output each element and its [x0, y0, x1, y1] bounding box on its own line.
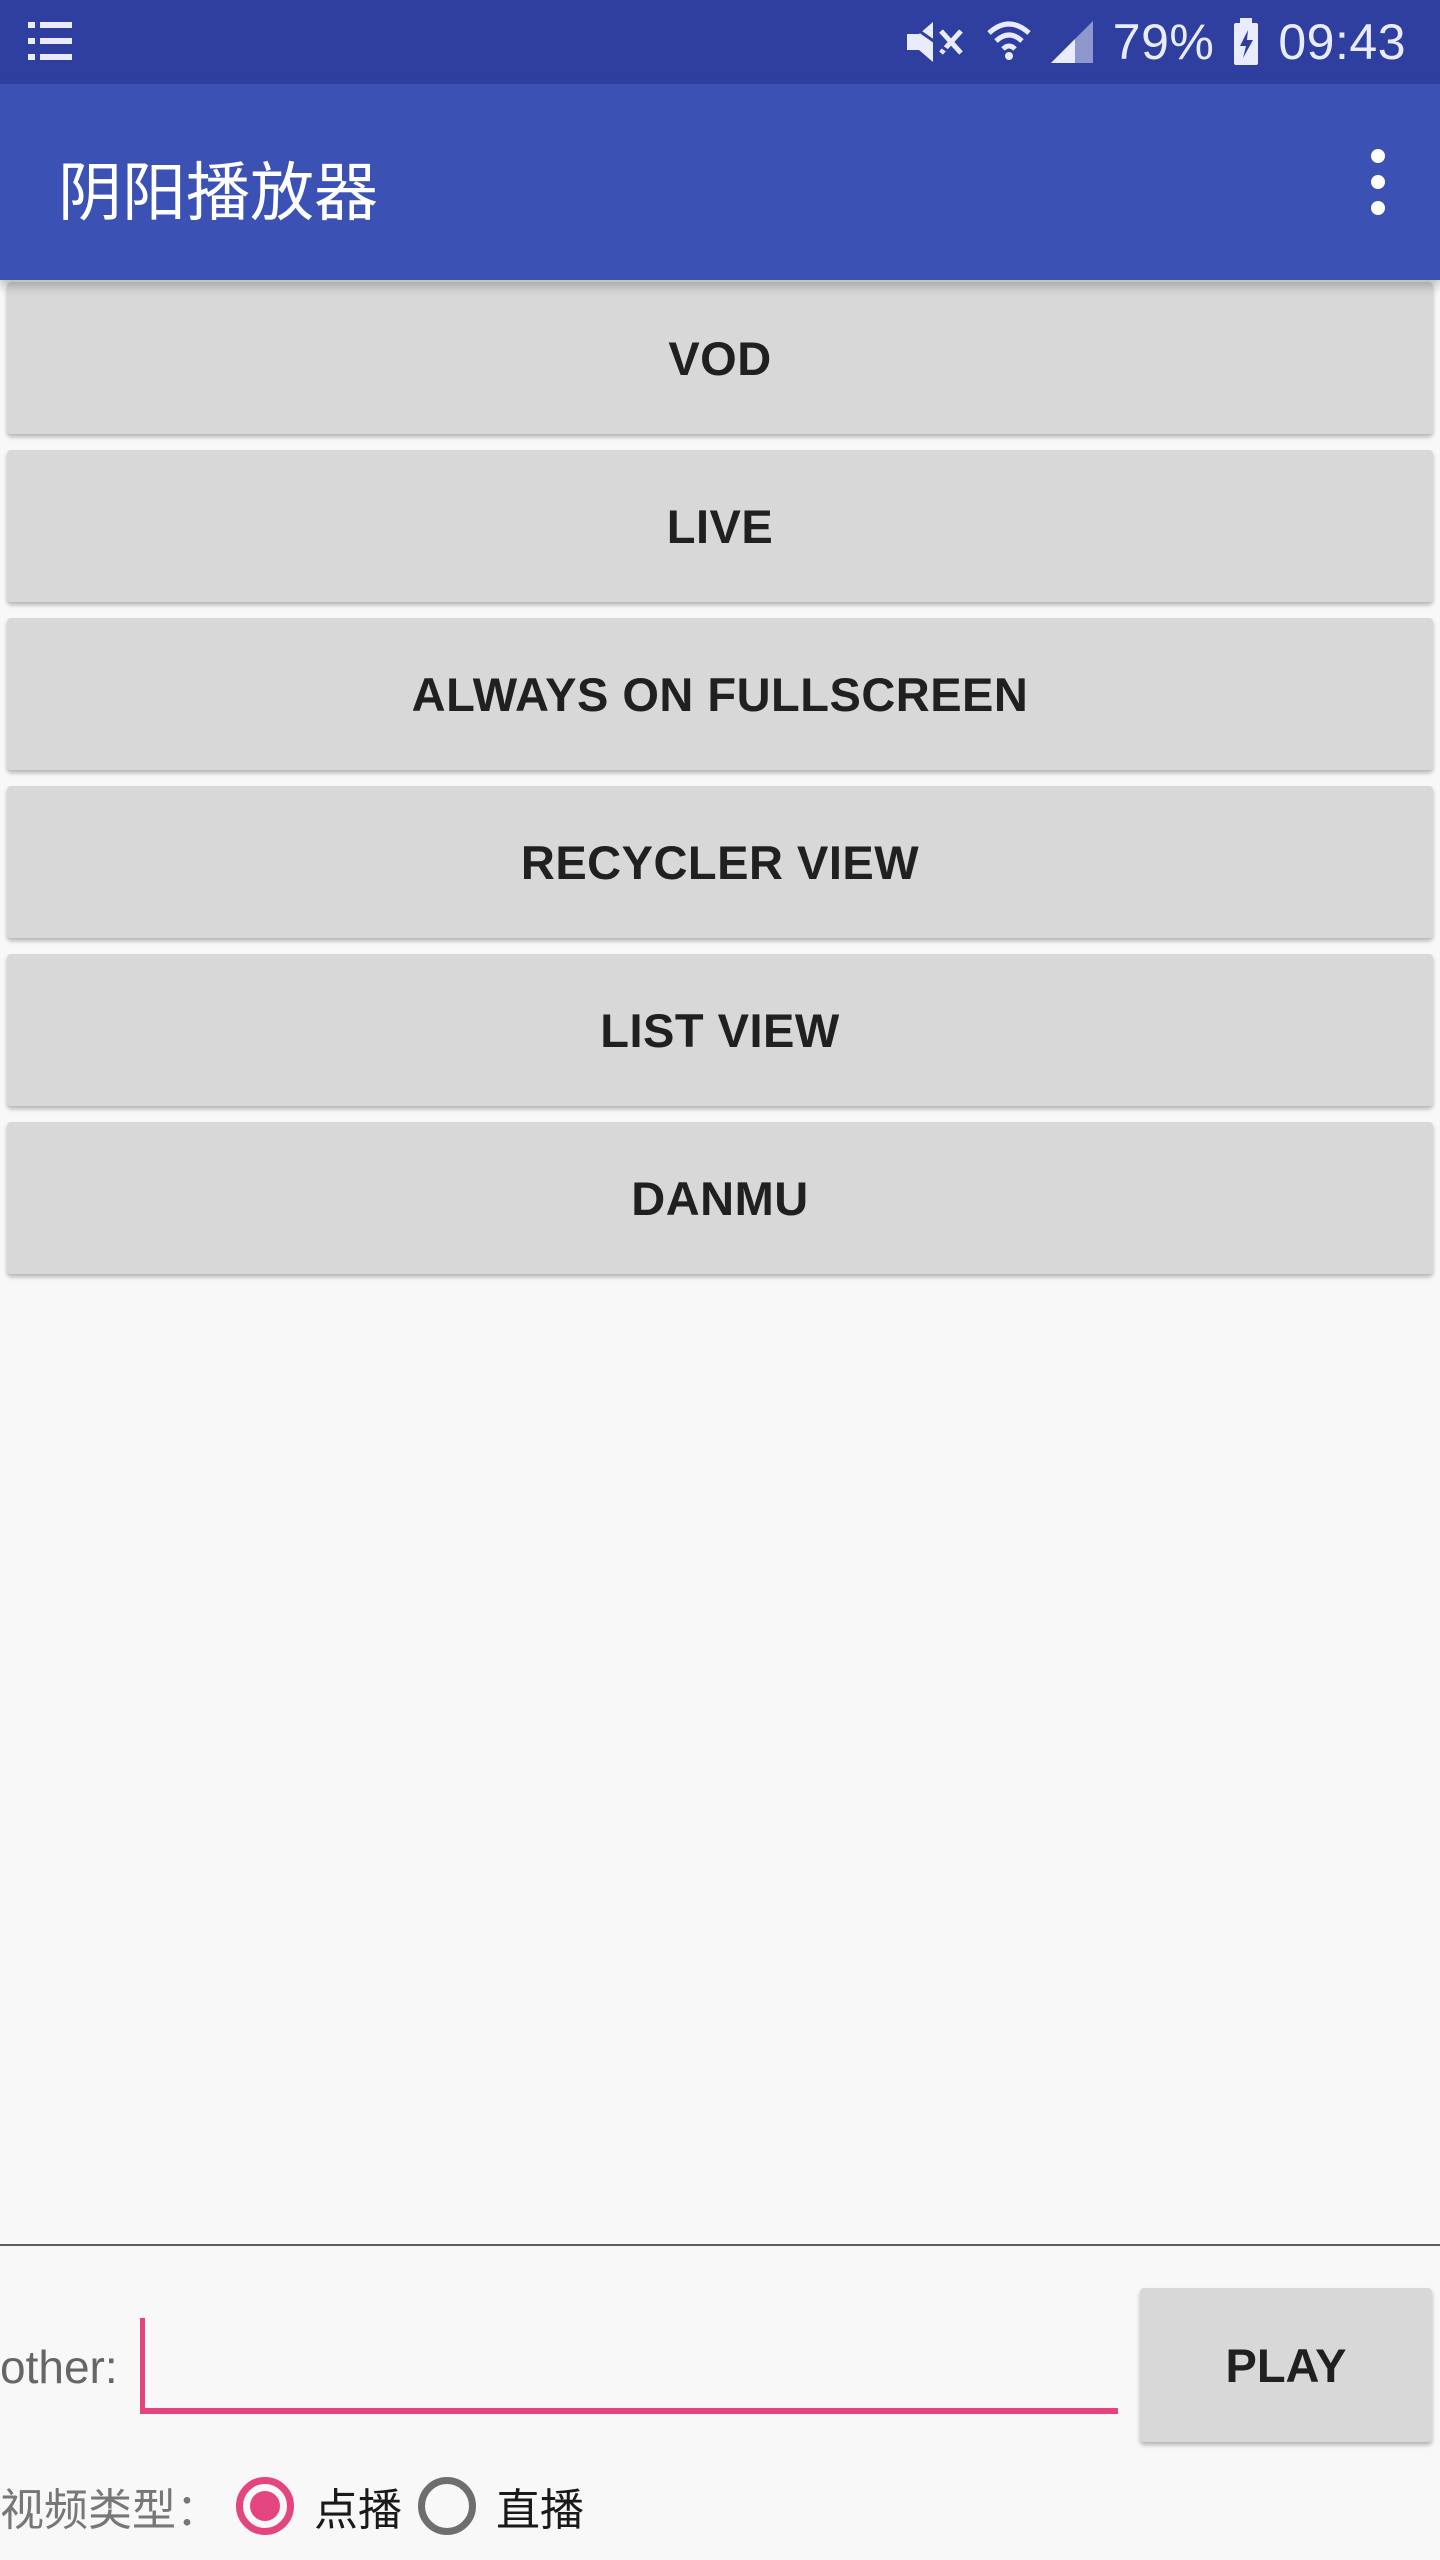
vod-button[interactable]: VOD [7, 282, 1433, 434]
wifi-icon [987, 17, 1031, 67]
app-bar: 阴阳播放器 [0, 84, 1440, 280]
radio-live[interactable]: 直播 [418, 2474, 584, 2538]
status-bar: 79% 09:43 [0, 0, 1440, 84]
radio-live-label: 直播 [496, 2485, 584, 2536]
list-view-button[interactable]: LIST VIEW [7, 954, 1433, 1106]
demo-button-list: VOD LIVE ALWAYS ON FULLSCREEN RECYCLER V… [0, 282, 1440, 1290]
clock: 09:43 [1278, 14, 1406, 70]
recycler-view-button[interactable]: RECYCLER VIEW [7, 786, 1433, 938]
video-type-row: 视频类型： 点播 直播 [0, 2464, 600, 2548]
signal-icon [1049, 19, 1095, 65]
battery-percent: 79% [1112, 14, 1215, 70]
always-on-fullscreen-button[interactable]: ALWAYS ON FULLSCREEN [7, 618, 1433, 770]
video-type-label: 视频类型： [0, 2485, 220, 2536]
other-url-input[interactable] [140, 2314, 1118, 2410]
mute-icon [903, 17, 969, 67]
more-vert-icon [1371, 149, 1385, 215]
other-url-field[interactable] [140, 2314, 1118, 2414]
battery-charging-icon [1232, 18, 1260, 66]
radio-checked-icon[interactable] [236, 2477, 294, 2535]
radio-unchecked-icon[interactable] [418, 2477, 476, 2535]
overflow-menu-button[interactable] [1356, 146, 1400, 218]
play-button[interactable]: PLAY [1140, 2288, 1432, 2442]
live-button[interactable]: LIVE [7, 450, 1433, 602]
divider [0, 2244, 1440, 2246]
danmu-button[interactable]: DANMU [7, 1122, 1433, 1274]
radio-vod-label: 点播 [314, 2485, 402, 2536]
input-underline [140, 2408, 1118, 2414]
radio-vod[interactable]: 点播 [236, 2474, 402, 2538]
app-title: 阴阳播放器 [58, 157, 378, 231]
other-label: other: [0, 2341, 118, 2393]
notification-list-icon [26, 16, 76, 66]
text-cursor [140, 2318, 145, 2408]
